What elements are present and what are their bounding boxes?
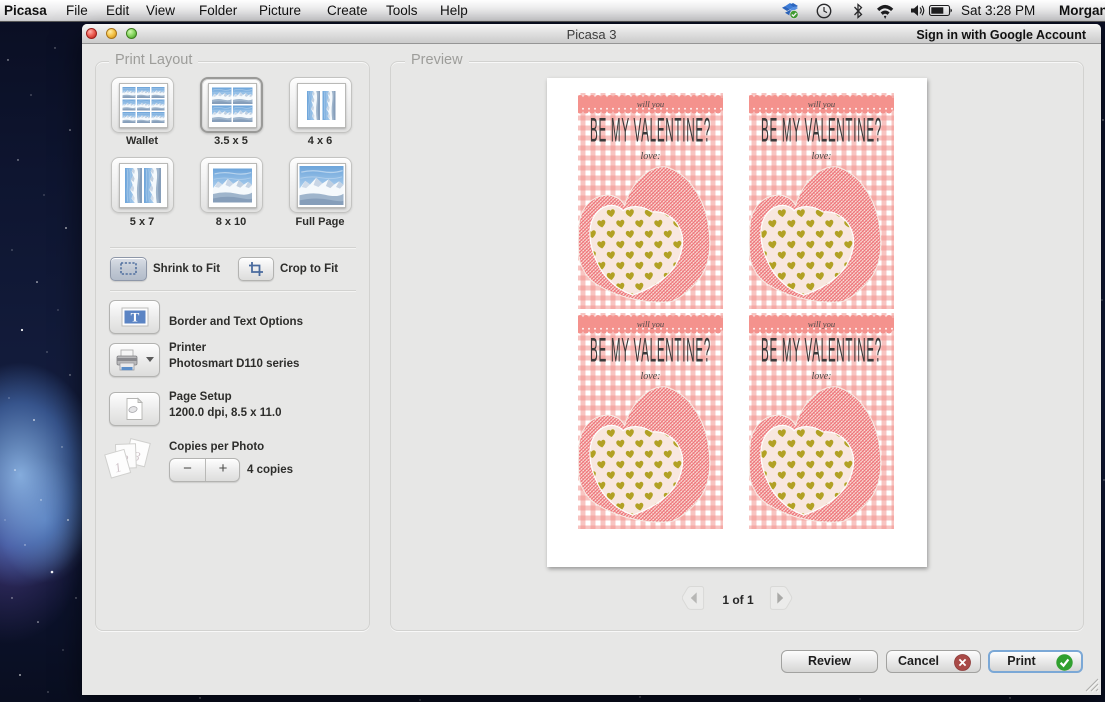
svg-text:T: T [131, 310, 140, 325]
